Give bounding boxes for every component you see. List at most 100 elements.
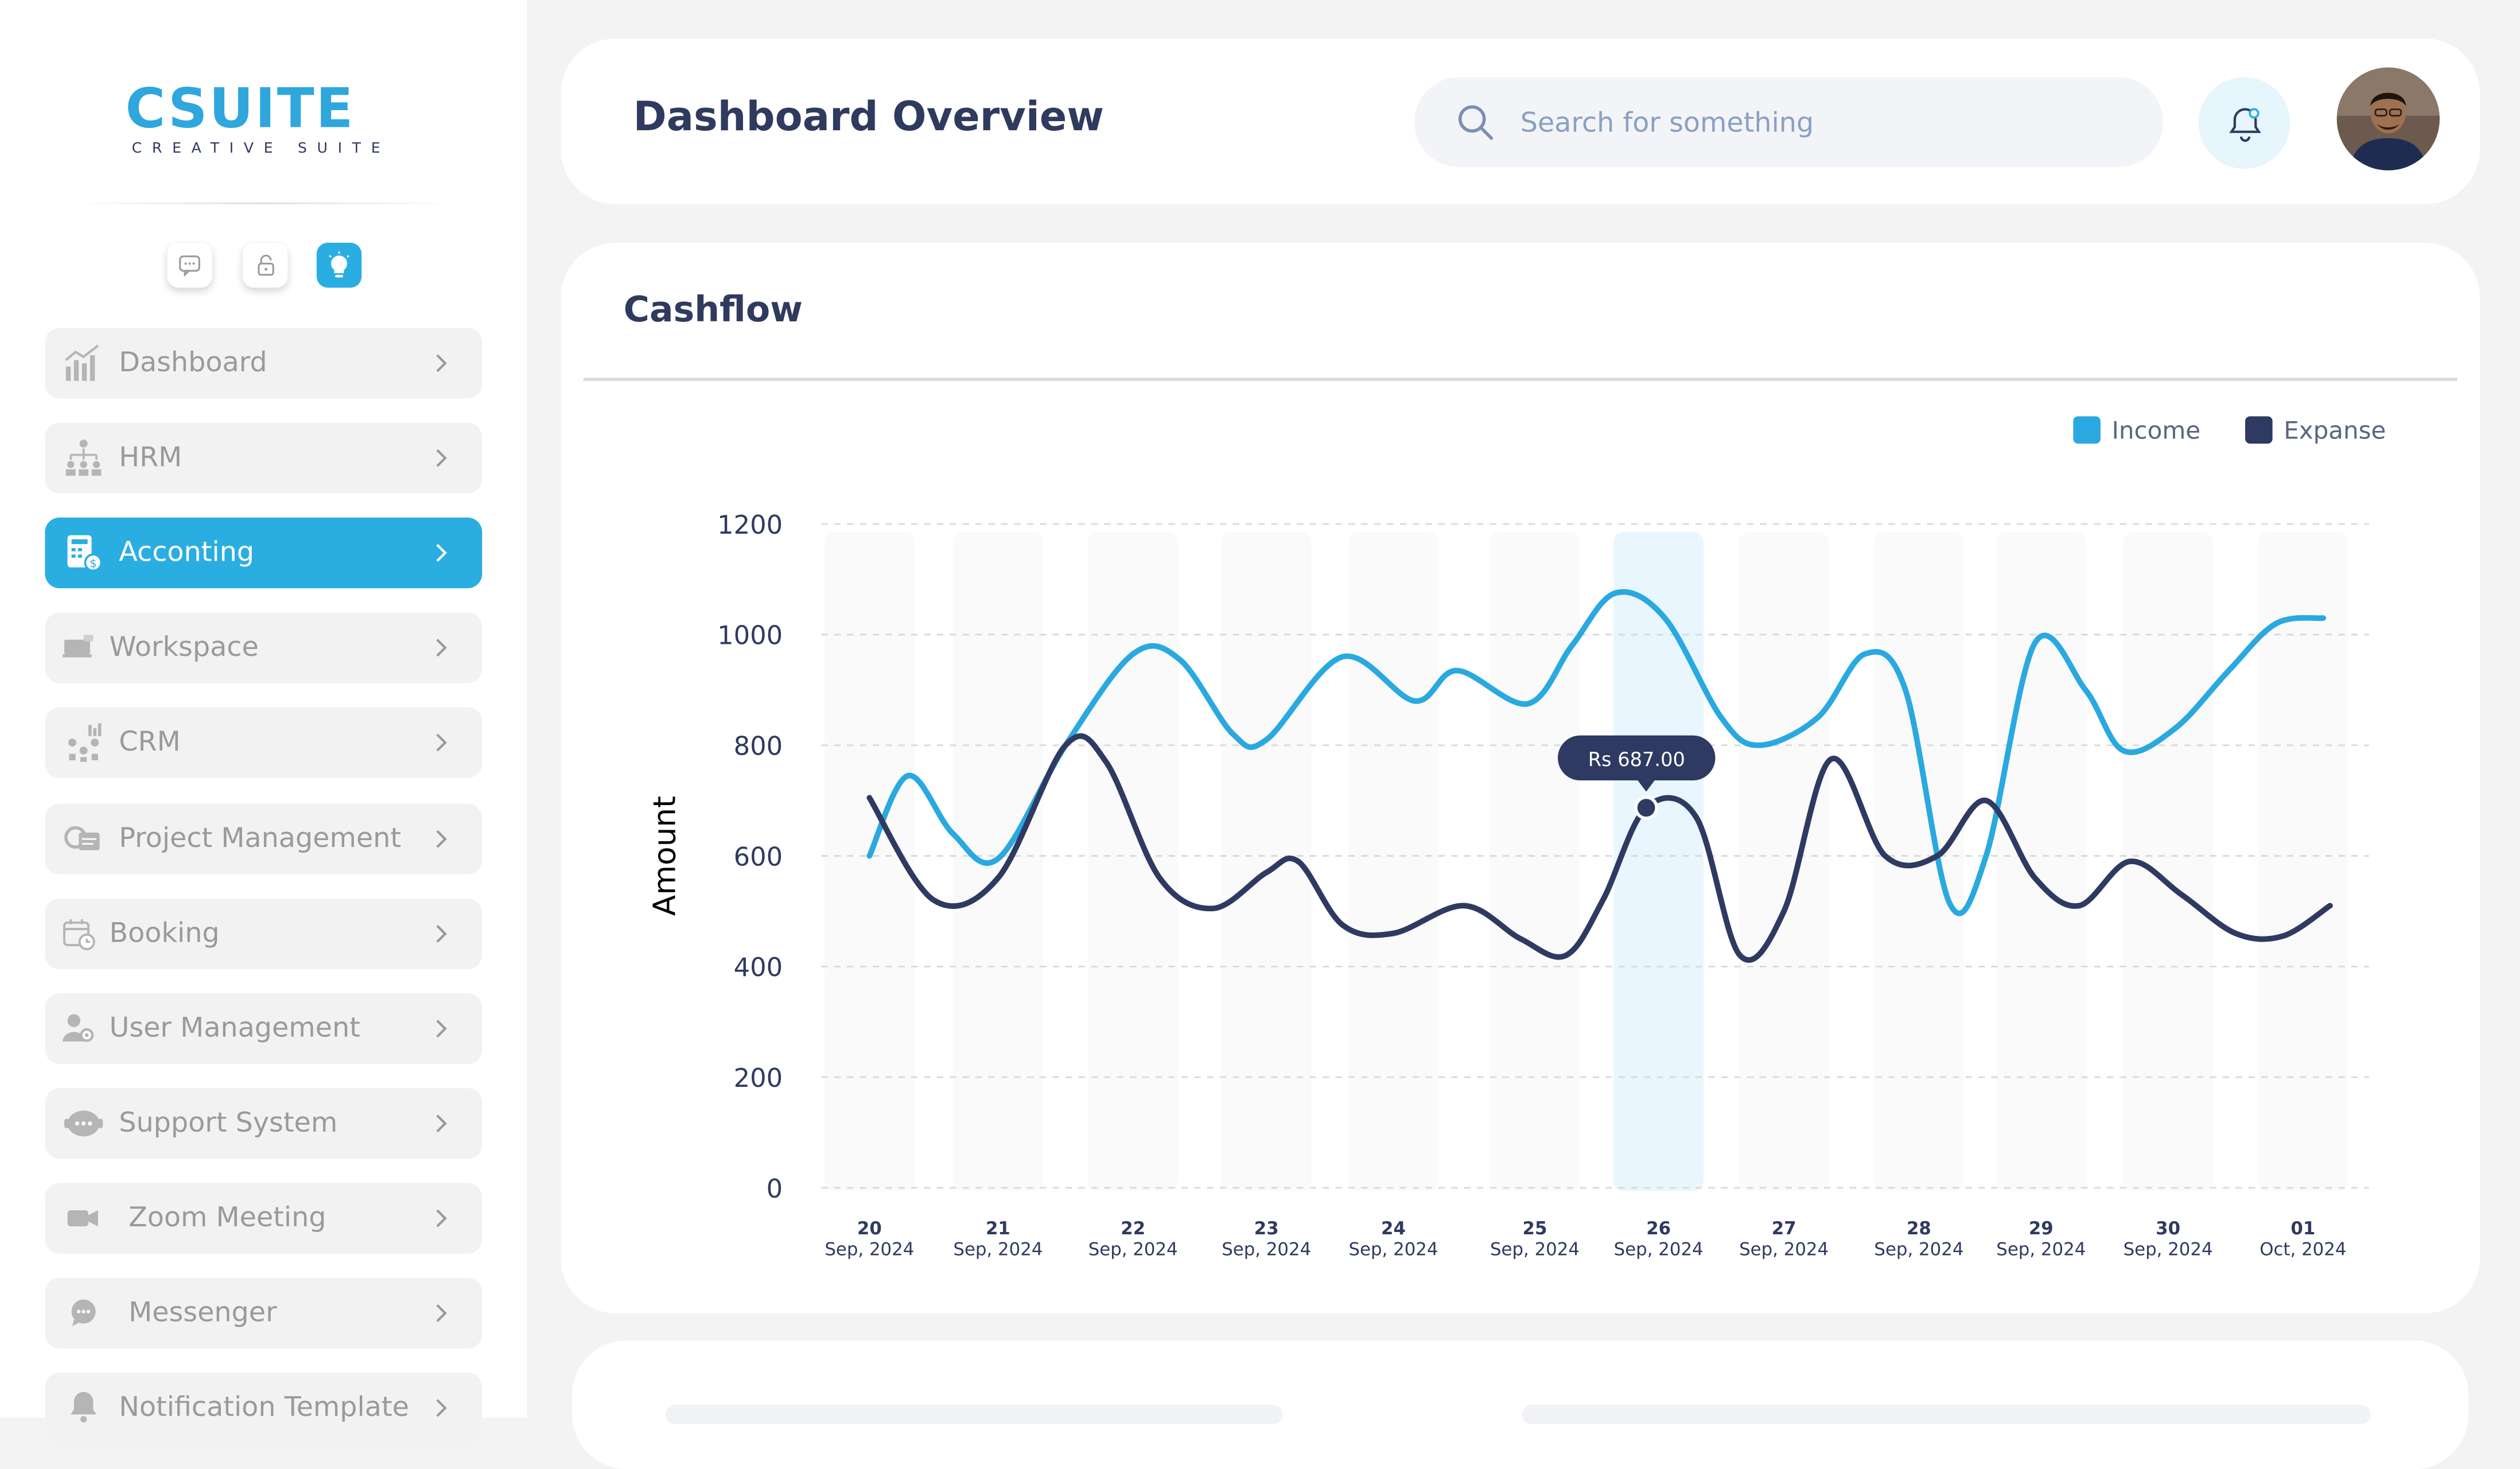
x-tick-month: Oct, 2024 bbox=[2260, 1239, 2346, 1260]
column-band bbox=[2258, 532, 2348, 1191]
logo-divider bbox=[71, 202, 457, 204]
x-tick-day: 28 bbox=[1907, 1218, 1931, 1239]
lock-button[interactable] bbox=[242, 242, 288, 288]
sidebar-item-user-management[interactable]: User Management bbox=[45, 993, 483, 1064]
y-tick-label: 1000 bbox=[717, 620, 783, 651]
x-tick-day: 29 bbox=[2029, 1218, 2054, 1239]
chevron-right-icon bbox=[436, 354, 447, 372]
cashflow-chart: 020040060080010001200Amount20Sep, 202421… bbox=[647, 416, 2386, 1260]
x-tick-month: Sep, 2024 bbox=[2124, 1239, 2213, 1260]
app-logo[interactable]: CSUITE CREATIVE SUITE bbox=[125, 80, 382, 161]
sidebar-item-zoom-meeting[interactable]: Zoom Meeting bbox=[45, 1183, 483, 1254]
x-tick-month: Sep, 2024 bbox=[1490, 1239, 1580, 1260]
x-tick-day: 26 bbox=[1646, 1218, 1671, 1239]
sidebar-item-label: Support System bbox=[119, 1107, 338, 1140]
chevron-right-icon bbox=[436, 1020, 447, 1038]
bar-chart-icon bbox=[61, 341, 106, 386]
sidebar-item-label: Acconting bbox=[119, 537, 254, 569]
search-icon bbox=[1458, 105, 1494, 140]
x-tick-day: 23 bbox=[1254, 1218, 1279, 1239]
legend-label: Income bbox=[2112, 417, 2201, 445]
x-tick-day: 20 bbox=[857, 1218, 882, 1239]
x-tick-month: Sep, 2024 bbox=[1739, 1239, 1829, 1260]
chevron-right-icon bbox=[436, 1114, 447, 1133]
sidebar-item-dashboard[interactable]: Dashboard bbox=[45, 328, 483, 399]
x-tick-month: Sep, 2024 bbox=[953, 1239, 1043, 1260]
sidebar-item-project-management[interactable]: Project Management bbox=[45, 803, 483, 875]
sidebar-item-crm[interactable]: CRM bbox=[45, 707, 483, 778]
sidebar: CSUITE CREATIVE SUITE Dashboard HRM $ Ac… bbox=[0, 0, 527, 1444]
sidebar-item-booking[interactable]: Booking bbox=[45, 898, 483, 970]
user-gear-icon bbox=[61, 1006, 96, 1051]
sidebar-item-label: Project Management bbox=[119, 823, 402, 856]
lock-icon bbox=[257, 254, 274, 276]
sidebar-item-label: CRM bbox=[119, 726, 181, 759]
chevron-right-icon bbox=[436, 1304, 447, 1322]
svg-text:$: $ bbox=[90, 557, 96, 570]
x-tick-day: 24 bbox=[1381, 1218, 1406, 1239]
crm-icon bbox=[61, 720, 106, 765]
sidebar-item-label: Messenger bbox=[129, 1297, 277, 1330]
bell-icon bbox=[61, 1385, 106, 1430]
sidebar-item-label: HRM bbox=[119, 442, 182, 475]
ideas-button[interactable] bbox=[316, 242, 362, 288]
column-band bbox=[1490, 532, 1580, 1191]
legend-swatch bbox=[2073, 416, 2101, 444]
skeleton-bar bbox=[665, 1405, 1283, 1424]
column-band bbox=[1348, 532, 1438, 1191]
y-tick-label: 400 bbox=[734, 952, 783, 982]
y-tick-label: 200 bbox=[734, 1063, 783, 1093]
chevron-right-icon bbox=[436, 924, 447, 943]
x-tick-day: 22 bbox=[1121, 1218, 1145, 1239]
x-tick-month: Sep, 2024 bbox=[1348, 1239, 1438, 1260]
message-icon bbox=[179, 255, 200, 277]
logo-subtitle: CREATIVE SUITE bbox=[131, 141, 391, 158]
avatar[interactable] bbox=[2336, 67, 2440, 170]
sidebar-item-support-system[interactable]: Support System bbox=[45, 1088, 483, 1159]
x-tick-month: Sep, 2024 bbox=[1222, 1239, 1311, 1260]
x-tick-month: Sep, 2024 bbox=[825, 1239, 914, 1260]
chevron-right-icon bbox=[436, 733, 447, 752]
column-band bbox=[1996, 532, 2086, 1191]
y-tick-label: 600 bbox=[734, 841, 783, 872]
y-tick-label: 0 bbox=[767, 1173, 783, 1204]
chevron-right-icon bbox=[436, 830, 447, 848]
sidebar-item-accounting[interactable]: $ Acconting bbox=[45, 517, 483, 589]
chat-icon bbox=[61, 1291, 106, 1335]
sidebar-item-workspace[interactable]: Workspace bbox=[45, 612, 483, 683]
y-axis-label: Amount bbox=[647, 796, 682, 916]
user-avatar-icon bbox=[2336, 67, 2440, 170]
notifications-button[interactable] bbox=[2198, 77, 2290, 169]
x-tick-month: Sep, 2024 bbox=[1996, 1239, 2086, 1260]
column-band bbox=[1088, 532, 1179, 1191]
x-tick-month: Sep, 2024 bbox=[1088, 1239, 1178, 1260]
chevron-right-icon bbox=[436, 639, 447, 657]
chevron-right-icon bbox=[436, 1399, 447, 1417]
sidebar-item-label: Workspace bbox=[109, 631, 259, 664]
column-band bbox=[1739, 532, 1829, 1191]
video-icon bbox=[61, 1196, 106, 1241]
sidebar-item-label: User Management bbox=[109, 1012, 360, 1045]
highlight-column bbox=[1613, 532, 1704, 1191]
chevron-right-icon bbox=[436, 1209, 447, 1227]
legend-swatch bbox=[2245, 416, 2273, 444]
top-header: Dashboard Overview bbox=[561, 38, 2480, 204]
workspace-icon bbox=[61, 625, 96, 670]
search-box[interactable] bbox=[1414, 77, 2164, 168]
sidebar-item-label: Notification Template bbox=[119, 1392, 409, 1424]
calendar-icon bbox=[61, 911, 96, 956]
search-input[interactable] bbox=[1517, 99, 2134, 148]
sidebar-item-hrm[interactable]: HRM bbox=[45, 422, 483, 493]
sidebar-item-notification-template[interactable]: Notification Template bbox=[45, 1373, 483, 1444]
tooltip-label: Rs 687.00 bbox=[1588, 748, 1685, 771]
accounting-icon: $ bbox=[61, 530, 106, 575]
project-icon bbox=[61, 817, 106, 861]
messages-button[interactable] bbox=[167, 242, 212, 288]
logo-text: CSUITE bbox=[125, 77, 355, 142]
x-tick-day: 27 bbox=[1772, 1218, 1796, 1239]
cashflow-card: Cashflow 0 200 400 600 800 1000 1200 Amount 20 Se… bbox=[561, 242, 2480, 1313]
lightbulb-icon bbox=[329, 251, 349, 278]
sidebar-item-messenger[interactable]: Messenger bbox=[45, 1277, 483, 1349]
x-tick-day: 25 bbox=[1523, 1218, 1547, 1239]
x-tick-day: 21 bbox=[986, 1218, 1010, 1239]
